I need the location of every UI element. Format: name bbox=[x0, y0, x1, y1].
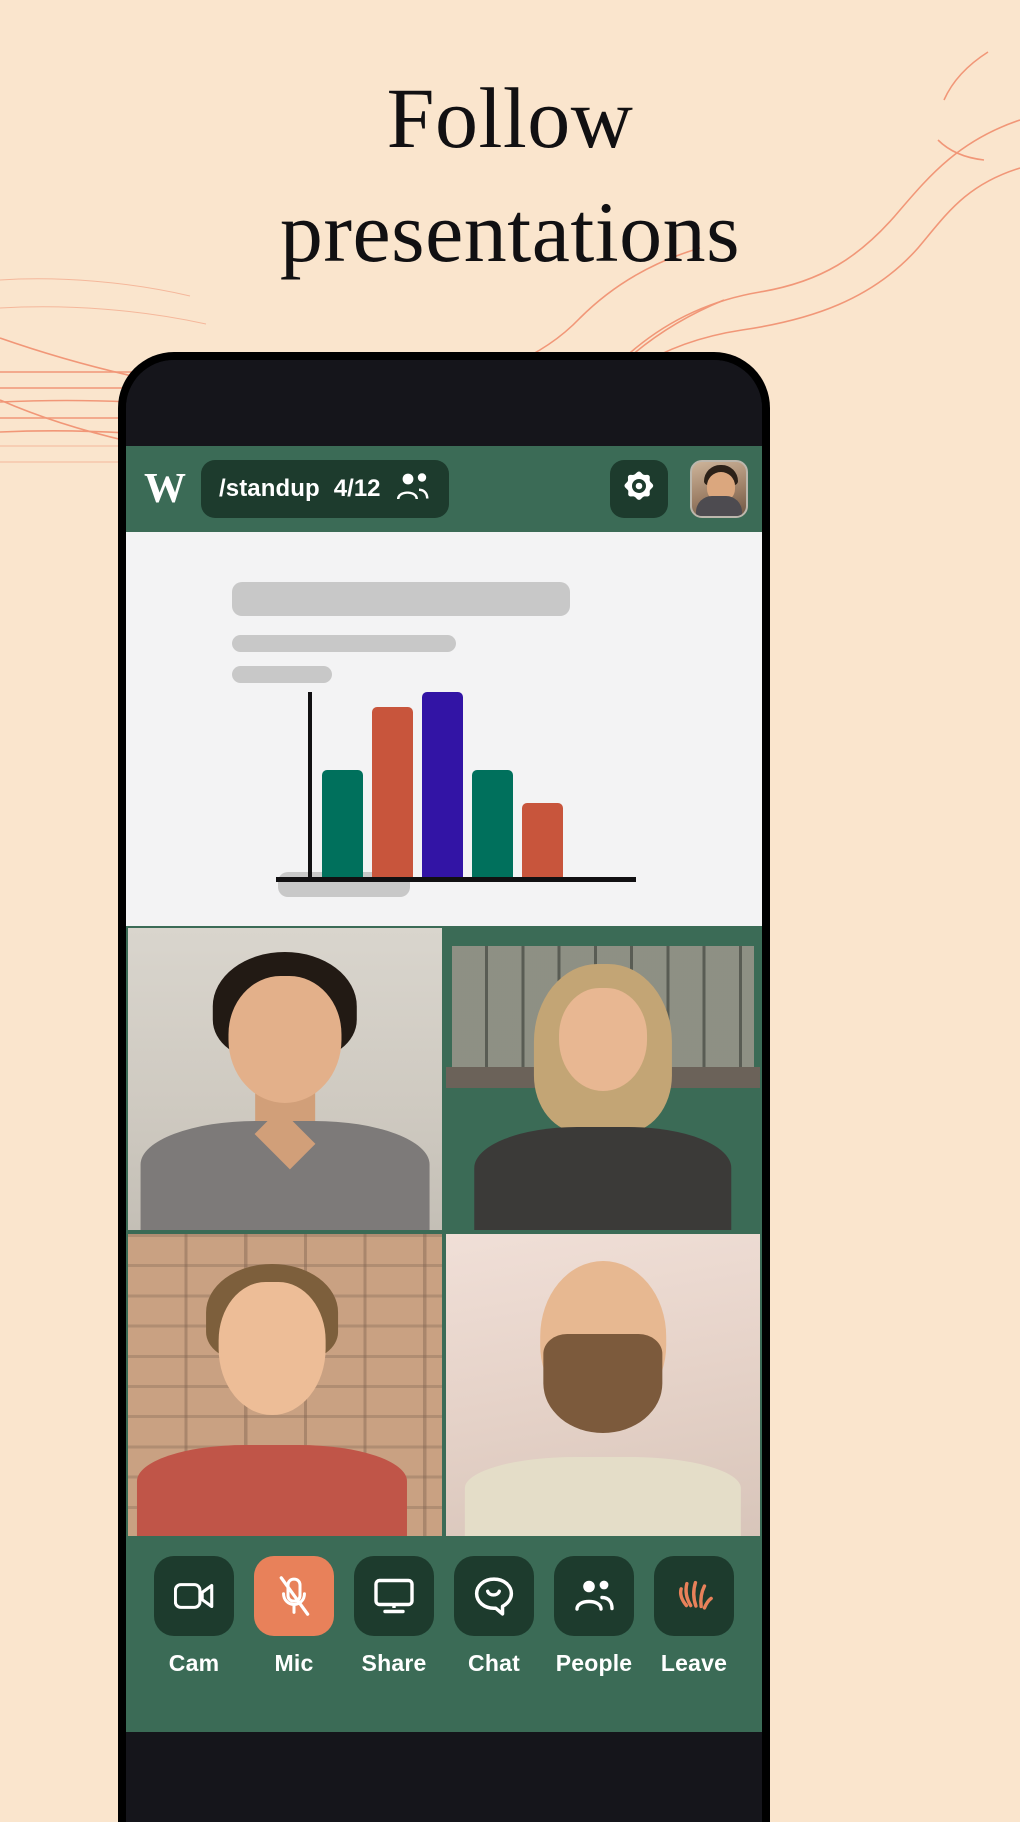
gear-icon bbox=[621, 469, 657, 510]
waving-hand-icon[interactable] bbox=[654, 1556, 734, 1636]
headline-line-1: Follow bbox=[386, 70, 634, 166]
toolbar-button-share[interactable]: Share bbox=[351, 1556, 437, 1677]
torso bbox=[137, 1445, 408, 1536]
toolbar-button-chat[interactable]: Chat bbox=[451, 1556, 537, 1677]
toolbar-label-leave: Leave bbox=[660, 1650, 728, 1676]
toolbar-label-mic: Mic bbox=[274, 1650, 314, 1676]
camera-icon[interactable] bbox=[154, 1556, 234, 1636]
participant-video-1 bbox=[128, 928, 442, 1230]
participant-count: 4/12 bbox=[333, 475, 381, 502]
avatar-body bbox=[696, 496, 742, 516]
shared-presentation-slide[interactable] bbox=[126, 532, 762, 926]
phone-mockup: W /standup 4/12 Cam Mic Share Chat Peopl… bbox=[118, 352, 770, 1822]
toolbar-button-mic[interactable]: Mic bbox=[251, 1556, 337, 1677]
toolbar-label-chat: Chat bbox=[468, 1650, 520, 1676]
torso bbox=[474, 1127, 732, 1230]
chart-bar-5 bbox=[522, 803, 563, 877]
participant-tile-1[interactable] bbox=[126, 926, 444, 1232]
room-pill[interactable]: /standup 4/12 bbox=[201, 460, 449, 518]
participant-video-3 bbox=[128, 1234, 442, 1536]
call-toolbar: Cam Mic Share Chat People Leave bbox=[126, 1538, 762, 1732]
chart-y-axis bbox=[308, 692, 312, 882]
video-grid bbox=[126, 926, 762, 1538]
participant-video-4 bbox=[446, 1234, 760, 1536]
toolbar-button-people[interactable]: People bbox=[551, 1556, 637, 1677]
slide-line-1-placeholder bbox=[232, 635, 456, 652]
participant-tile-4[interactable] bbox=[444, 1232, 762, 1538]
room-name: /standup bbox=[219, 475, 320, 502]
slide-title-placeholder bbox=[232, 582, 570, 616]
toolbar-button-leave[interactable]: Leave bbox=[651, 1556, 737, 1677]
toolbar-button-cam[interactable]: Cam bbox=[151, 1556, 237, 1677]
phone-screen: W /standup 4/12 Cam Mic Share Chat Peopl… bbox=[126, 360, 762, 1822]
toolbar-label-cam: Cam bbox=[168, 1650, 220, 1676]
screen-share-icon[interactable] bbox=[354, 1556, 434, 1636]
wire-logo-icon[interactable]: W bbox=[144, 468, 189, 510]
chart-bar-3 bbox=[422, 692, 463, 877]
face bbox=[228, 976, 342, 1104]
chart-bar-4 bbox=[472, 769, 513, 877]
face bbox=[559, 988, 647, 1092]
chart-bar-1 bbox=[322, 769, 363, 877]
slide-bar-chart bbox=[276, 692, 636, 882]
mic-muted-icon[interactable] bbox=[254, 1556, 334, 1636]
people-icon[interactable] bbox=[554, 1556, 634, 1636]
chart-x-axis bbox=[276, 877, 636, 882]
beard bbox=[543, 1333, 663, 1434]
headline-line-2: presentations bbox=[279, 183, 741, 280]
slide-line-2-placeholder bbox=[232, 666, 332, 683]
settings-button[interactable] bbox=[610, 460, 668, 518]
chart-bars bbox=[322, 692, 563, 877]
page-headline: Follow presentations bbox=[0, 62, 1020, 289]
avatar[interactable] bbox=[690, 460, 748, 518]
face bbox=[219, 1282, 326, 1416]
status-bar bbox=[126, 360, 762, 446]
participant-tile-3[interactable] bbox=[126, 1232, 444, 1538]
toolbar-label-people: People bbox=[555, 1650, 633, 1676]
participant-tile-2[interactable] bbox=[444, 926, 762, 1232]
participant-video-2 bbox=[446, 928, 760, 1230]
chart-bar-2 bbox=[372, 706, 413, 877]
people-icon bbox=[395, 472, 431, 507]
torso bbox=[464, 1457, 742, 1536]
chat-bubble-icon[interactable] bbox=[454, 1556, 534, 1636]
app-header: W /standup 4/12 bbox=[126, 446, 762, 532]
toolbar-label-share: Share bbox=[361, 1650, 427, 1676]
